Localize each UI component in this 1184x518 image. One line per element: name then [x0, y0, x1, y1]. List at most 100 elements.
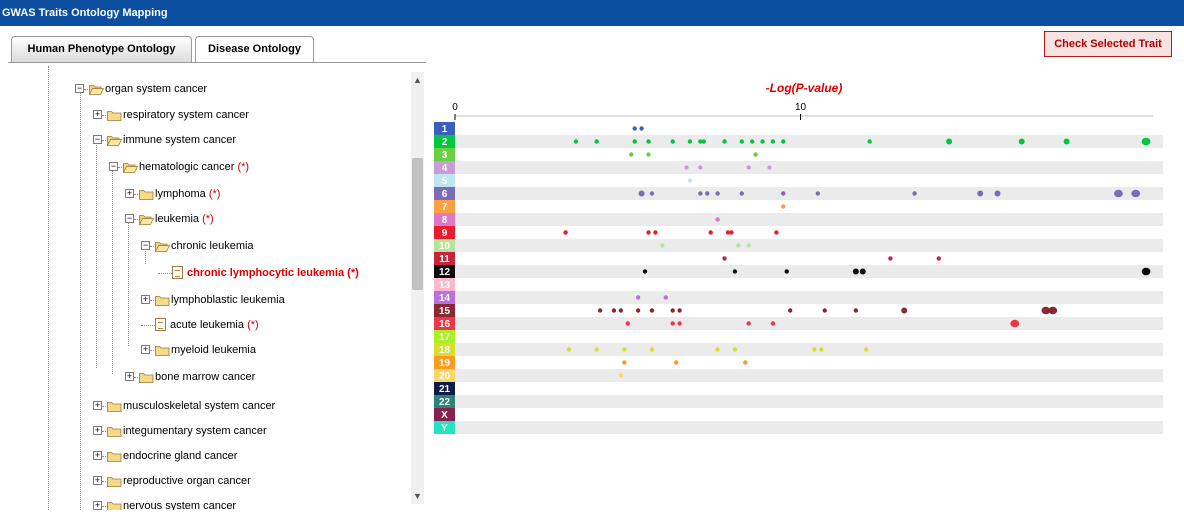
data-point: [663, 295, 668, 300]
up-arrow-icon[interactable]: ▲: [411, 72, 424, 88]
folder-icon: [155, 295, 170, 306]
tree-node-text: myeloid leukemia: [171, 344, 256, 356]
data-point: [1141, 267, 1151, 276]
minus-icon[interactable]: −: [75, 84, 84, 93]
data-point: [819, 347, 824, 352]
tree-scrollbar[interactable]: ▲ ▼: [411, 72, 424, 504]
chromosome-label: 14: [439, 293, 451, 304]
check-selected-trait-button[interactable]: Check Selected Trait: [1044, 31, 1172, 57]
tree-node-text: musculoskeletal system cancer: [123, 400, 276, 412]
chromosome-label: 18: [439, 345, 451, 356]
x-tick-label: 10: [795, 102, 807, 113]
plus-icon[interactable]: +: [93, 451, 102, 460]
plus-icon[interactable]: +: [93, 426, 102, 435]
data-point: [653, 230, 658, 235]
tree-node-label[interactable]: chronic lymphocytic leukemia (*): [187, 265, 359, 281]
data-point: [912, 191, 917, 196]
chromosome-row-stripe: [455, 291, 1163, 304]
folder-icon: [154, 241, 171, 253]
tree-node-label[interactable]: respiratory system cancer: [123, 107, 249, 123]
tree-node-text: respiratory system cancer: [123, 109, 249, 121]
plus-icon[interactable]: +: [93, 401, 102, 410]
data-point: [936, 256, 941, 261]
tree-node-label[interactable]: hematologic cancer (*): [139, 159, 249, 175]
plus-icon[interactable]: +: [125, 372, 134, 381]
tree-guide-line: [112, 164, 113, 374]
minus-icon[interactable]: −: [93, 135, 102, 144]
chromosome-label: 13: [439, 280, 451, 291]
tab-disease-ontology[interactable]: Disease Ontology: [195, 36, 314, 63]
tree-node-label[interactable]: integumentary system cancer: [123, 423, 267, 439]
data-point: [822, 308, 827, 313]
chromosome-label: 4: [442, 163, 448, 174]
tree-node-label[interactable]: leukemia (*): [155, 211, 214, 227]
data-point: [1018, 138, 1025, 145]
chromosome-row-stripe: [455, 135, 1163, 148]
x-tick-label: 0: [452, 102, 458, 113]
tree-node-label[interactable]: endocrine gland cancer: [123, 448, 237, 464]
data-point: [749, 139, 755, 144]
tree-node-label[interactable]: chronic leukemia: [171, 238, 254, 254]
data-point: [746, 321, 751, 326]
minus-icon[interactable]: −: [141, 241, 150, 250]
data-point: [746, 165, 751, 170]
chromosome-row-stripe: [455, 317, 1163, 330]
data-point: [715, 217, 720, 222]
data-point: [622, 360, 627, 365]
plus-icon[interactable]: +: [141, 345, 150, 354]
tree-node-label[interactable]: lymphoma (*): [155, 186, 220, 202]
plus-icon[interactable]: +: [141, 295, 150, 304]
chromosome-label: 16: [439, 319, 451, 330]
tree-node-label[interactable]: bone marrow cancer: [155, 369, 255, 385]
data-point: [722, 256, 727, 261]
ontology-tree: − organ system cancer + respiratory system …: [8, 66, 412, 510]
data-point: [812, 347, 817, 352]
tree-guide-line: [48, 66, 49, 510]
tree-node-label[interactable]: organ system cancer: [105, 81, 207, 97]
plus-icon[interactable]: +: [93, 110, 102, 119]
data-point: [629, 152, 634, 157]
tree-node-label[interactable]: myeloid leukemia: [171, 342, 256, 358]
chromosome-label: 19: [439, 358, 451, 369]
data-point: [787, 308, 793, 313]
tree-node-label[interactable]: musculoskeletal system cancer: [123, 398, 275, 414]
annotation-marker: (*): [247, 319, 259, 331]
plus-icon[interactable]: +: [93, 501, 102, 510]
tab-human-phenotype-ontology[interactable]: Human Phenotype Ontology: [11, 36, 192, 62]
data-point: [594, 139, 599, 144]
data-point: [739, 191, 745, 196]
tree-node-label[interactable]: lymphoblastic leukemia: [171, 292, 285, 308]
data-point: [566, 347, 572, 352]
tree-node-label[interactable]: reproductive organ cancer: [123, 473, 251, 489]
tree-node-label[interactable]: immune system cancer: [123, 132, 236, 148]
annotation-marker: (*): [237, 161, 250, 173]
plus-icon[interactable]: +: [125, 189, 134, 198]
chromosome-row-stripe: [455, 161, 1163, 174]
data-point: [705, 191, 710, 196]
data-point: [660, 243, 665, 248]
data-point: [708, 230, 713, 235]
data-point: [760, 139, 765, 144]
folder-icon: [107, 401, 122, 412]
plus-icon[interactable]: +: [93, 476, 102, 485]
data-point: [646, 230, 651, 235]
data-point: [770, 321, 776, 326]
data-point: [853, 308, 859, 313]
data-point: [687, 139, 693, 144]
minus-icon[interactable]: −: [109, 162, 118, 171]
tree-node-label[interactable]: nervous system cancer: [123, 498, 236, 510]
tree-node-text: bone marrow cancer: [155, 371, 256, 383]
tree-node-label[interactable]: acute leukemia (*): [170, 317, 259, 333]
data-point: [739, 139, 745, 144]
chromosome-label: 20: [439, 371, 451, 382]
data-point: [977, 190, 984, 197]
data-point: [767, 165, 772, 170]
data-point: [677, 321, 682, 326]
scroll-thumb[interactable]: [412, 158, 423, 290]
down-arrow-icon[interactable]: ▼: [411, 488, 424, 504]
data-point: [994, 190, 1001, 197]
data-point: [639, 126, 644, 131]
tree-node-text: integumentary system cancer: [123, 425, 267, 437]
minus-icon[interactable]: −: [125, 214, 134, 223]
chromosome-label: 3: [442, 150, 448, 161]
